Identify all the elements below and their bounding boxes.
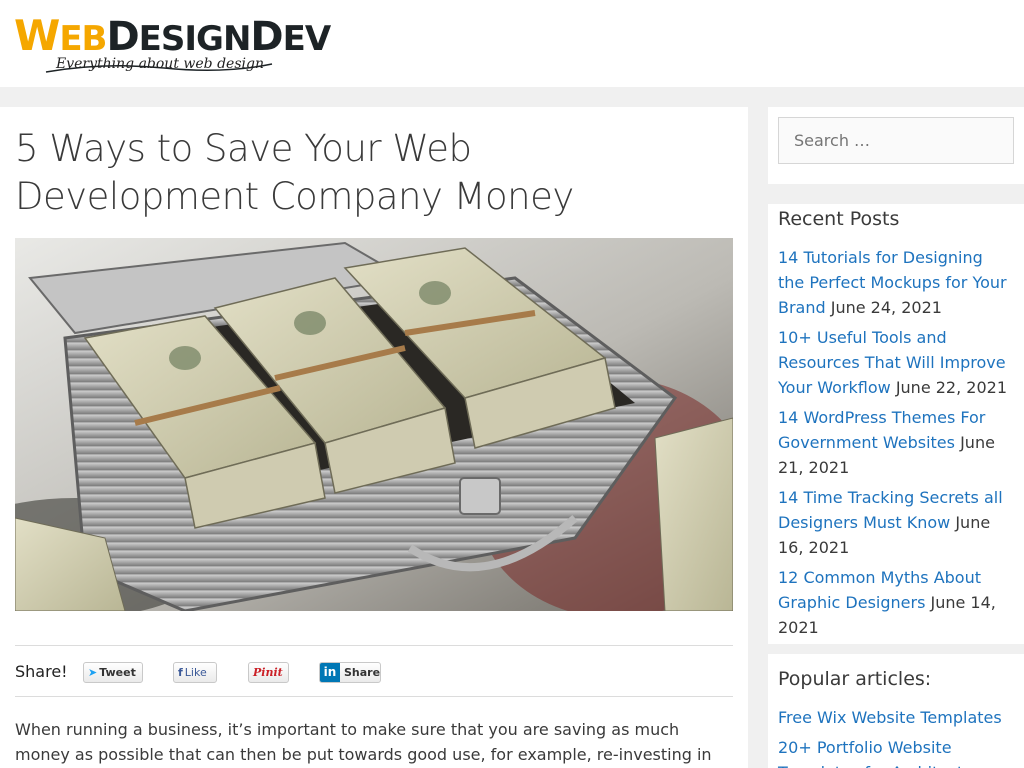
linkedin-share-button[interactable]: in Share [319, 662, 381, 683]
facebook-f-icon: f [178, 666, 183, 679]
search-input[interactable] [778, 117, 1014, 164]
share-bar: Share! ➤ Tweet f Like Pinit in Share [15, 645, 733, 697]
site-header: WEBDESIGNDEV Everything about web design [0, 0, 1024, 87]
recent-posts-list: 14 Tutorials for Designing the Perfect M… [778, 245, 1014, 645]
popular-article-link[interactable]: Free Wix Website Templates [778, 708, 1002, 727]
featured-image [15, 238, 733, 611]
logo-letter: EV [282, 19, 332, 59]
post-date: June 22, 2021 [895, 378, 1007, 397]
site-logo[interactable]: WEBDESIGNDEV Everything about web design [14, 14, 331, 76]
list-item: 10+ Useful Tools and Resources That Will… [778, 325, 1014, 400]
post-date: June 24, 2021 [830, 298, 942, 317]
linkedin-icon: in [320, 663, 340, 682]
popular-articles-list: Free Wix Website Templates 20+ Portfolio… [778, 705, 1014, 768]
logo-tagline: Everything about web design [56, 56, 264, 72]
logo-letter: D [250, 14, 283, 60]
recent-posts-title: Recent Posts [778, 208, 900, 230]
logo-letter: EB [59, 19, 107, 59]
popular-articles-title: Popular articles: [778, 668, 932, 690]
pinterest-pin-button[interactable]: Pinit [248, 662, 289, 683]
recent-posts-widget: Recent Posts 14 Tutorials for Designing … [768, 184, 1024, 644]
logo-letter: W [14, 11, 60, 60]
list-item: 12 Common Myths About Graphic Designers … [778, 565, 1014, 640]
list-item: 20+ Portfolio Website Templates for Arch… [778, 735, 1014, 768]
facebook-like-button[interactable]: f Like [173, 662, 217, 683]
search-widget [768, 107, 1024, 184]
linkedin-share-label: Share [344, 666, 381, 679]
article: 5 Ways to Save Your Web Development Comp… [0, 107, 748, 768]
logo-letter: D [106, 14, 139, 60]
share-label: Share! [15, 662, 68, 681]
list-item: 14 WordPress Themes For Government Websi… [778, 405, 1014, 480]
money-briefcase-image [15, 238, 733, 611]
logo-letter: ESIGN [138, 19, 252, 59]
list-item: 14 Tutorials for Designing the Perfect M… [778, 245, 1014, 320]
post-title: 5 Ways to Save Your Web Development Comp… [15, 127, 574, 218]
tweet-label: Tweet [99, 666, 136, 679]
twitter-bird-icon: ➤ [88, 666, 98, 679]
list-item: 14 Time Tracking Secrets all Designers M… [778, 485, 1014, 560]
logo-wordmark: WEBDESIGNDEV [14, 11, 332, 61]
pinit-label: Pinit [253, 666, 283, 679]
popular-articles-widget: Popular articles: Free Wix Website Templ… [768, 654, 1024, 768]
popular-article-link[interactable]: 20+ Portfolio Website Templates for Arch… [778, 738, 972, 768]
list-item: Free Wix Website Templates [778, 705, 1014, 730]
tweet-button[interactable]: ➤ Tweet [83, 662, 143, 683]
recent-post-link[interactable]: 14 WordPress Themes For Government Websi… [778, 408, 985, 452]
like-label: Like [184, 666, 207, 679]
article-body-paragraph: When running a business, it’s important … [15, 720, 712, 764]
